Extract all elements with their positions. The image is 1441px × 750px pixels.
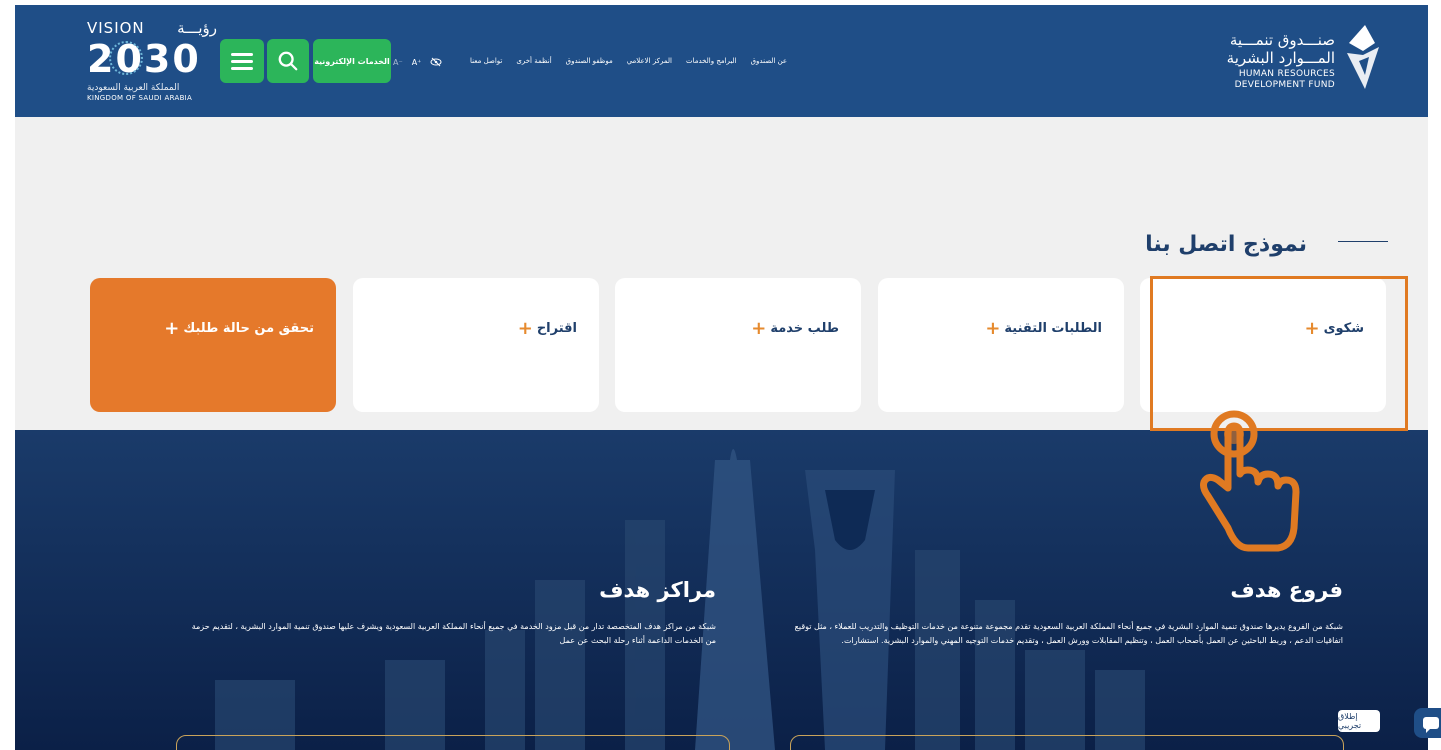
check-status-text: تحقق من حالة طلبك bbox=[183, 321, 314, 336]
trial-launch-button[interactable]: إطلاق تجريبي bbox=[1338, 710, 1380, 732]
card-technical-requests[interactable]: الطلبات التقنية + bbox=[878, 278, 1124, 412]
chat-bubble-icon bbox=[1423, 717, 1439, 733]
chat-button[interactable] bbox=[1414, 708, 1441, 738]
contact-form-title: نموذج اتصل بنا bbox=[1145, 232, 1307, 257]
vision-year: 2030 bbox=[87, 37, 201, 81]
card-suggestion[interactable]: اقتراح + bbox=[353, 278, 599, 412]
plus-icon: + bbox=[517, 318, 533, 339]
search-icon bbox=[278, 51, 298, 71]
main-nav: عن الصندوق البرامج والخدمات المركز الاعل… bbox=[470, 57, 787, 65]
nav-contact[interactable]: تواصل معنا bbox=[470, 57, 502, 65]
plus-icon: + bbox=[985, 318, 1001, 339]
service-text: طلب خدمة bbox=[770, 321, 839, 336]
frame-left bbox=[0, 0, 15, 750]
search-button[interactable] bbox=[267, 39, 309, 83]
frame-right bbox=[1428, 0, 1441, 750]
card-check-status-label: تحقق من حالة طلبك + bbox=[164, 318, 314, 339]
title-decoration-line bbox=[1338, 241, 1388, 242]
centers-text: شبكة من مراكز هدف المتخصصة تدار من قبل م… bbox=[191, 622, 716, 645]
centers-card-outline bbox=[176, 735, 730, 750]
nav-media[interactable]: المركز الاعلامي bbox=[627, 57, 672, 65]
branches-text: شبكة من الفروع يديرها صندوق تنمية الموار… bbox=[794, 622, 1343, 645]
fund-name-ar-1: صنـــدوق تنمـــية bbox=[1229, 31, 1335, 49]
vision-2030-logo[interactable]: VISION رؤيـــة 2030 المملكة العربية السع… bbox=[87, 19, 217, 105]
fund-name-en-2: DEVELOPMENT FUND bbox=[1234, 80, 1335, 90]
nav-other-systems[interactable]: أنظمة أخرى bbox=[516, 57, 551, 65]
branches-title: فروع هدف bbox=[1230, 578, 1343, 602]
pointing-hand-icon bbox=[1200, 410, 1300, 552]
card-service-request[interactable]: طلب خدمة + bbox=[615, 278, 861, 412]
font-decrease-button[interactable]: A⁻ bbox=[393, 58, 403, 67]
eye-slash-icon[interactable] bbox=[430, 57, 442, 67]
hamburger-icon bbox=[231, 49, 253, 74]
vision-ar-text: رؤيـــة bbox=[177, 19, 217, 37]
nav-programs[interactable]: البرامج والخدمات bbox=[686, 57, 737, 65]
plus-icon: + bbox=[164, 318, 180, 339]
hrdf-logo-icon bbox=[1347, 25, 1379, 89]
card-check-status[interactable]: تحقق من حالة طلبك + bbox=[90, 278, 336, 412]
nav-about[interactable]: عن الصندوق bbox=[751, 57, 787, 65]
font-increase-button[interactable]: A⁺ bbox=[412, 58, 422, 67]
menu-button[interactable] bbox=[220, 39, 264, 83]
suggestion-text: اقتراح bbox=[536, 321, 577, 336]
vision-top-row: VISION رؤيـــة bbox=[87, 19, 217, 37]
plus-icon: + bbox=[751, 318, 767, 339]
branches-card-outline bbox=[790, 735, 1344, 750]
card-suggestion-label: اقتراح + bbox=[518, 318, 577, 339]
nav-employees[interactable]: موظفو الصندوق bbox=[566, 57, 613, 65]
vision-emblem-icon bbox=[109, 41, 143, 75]
vision-en-text: VISION bbox=[87, 19, 145, 37]
fund-name-ar-2: المـــوارد البشرية bbox=[1226, 49, 1335, 67]
accessibility-tools: A⁻ A⁺ bbox=[393, 55, 442, 69]
centers-title: مراكز هدف bbox=[599, 578, 716, 602]
card-technical-label: الطلبات التقنية + bbox=[985, 318, 1102, 339]
kingdom-en-text: KINGDOM OF SAUDI ARABIA bbox=[87, 94, 193, 102]
hrdf-logo[interactable]: صنـــدوق تنمـــية المـــوارد البشرية HUM… bbox=[1211, 21, 1381, 101]
card-service-label: طلب خدمة + bbox=[751, 318, 839, 339]
eservices-button[interactable]: الخدمات الإلكترونية bbox=[313, 39, 391, 83]
technical-text: الطلبات التقنية bbox=[1004, 321, 1102, 336]
kingdom-ar-text: المملكة العربية السعودية bbox=[87, 83, 180, 93]
fund-name-en-1: HUMAN RESOURCES bbox=[1238, 69, 1335, 79]
